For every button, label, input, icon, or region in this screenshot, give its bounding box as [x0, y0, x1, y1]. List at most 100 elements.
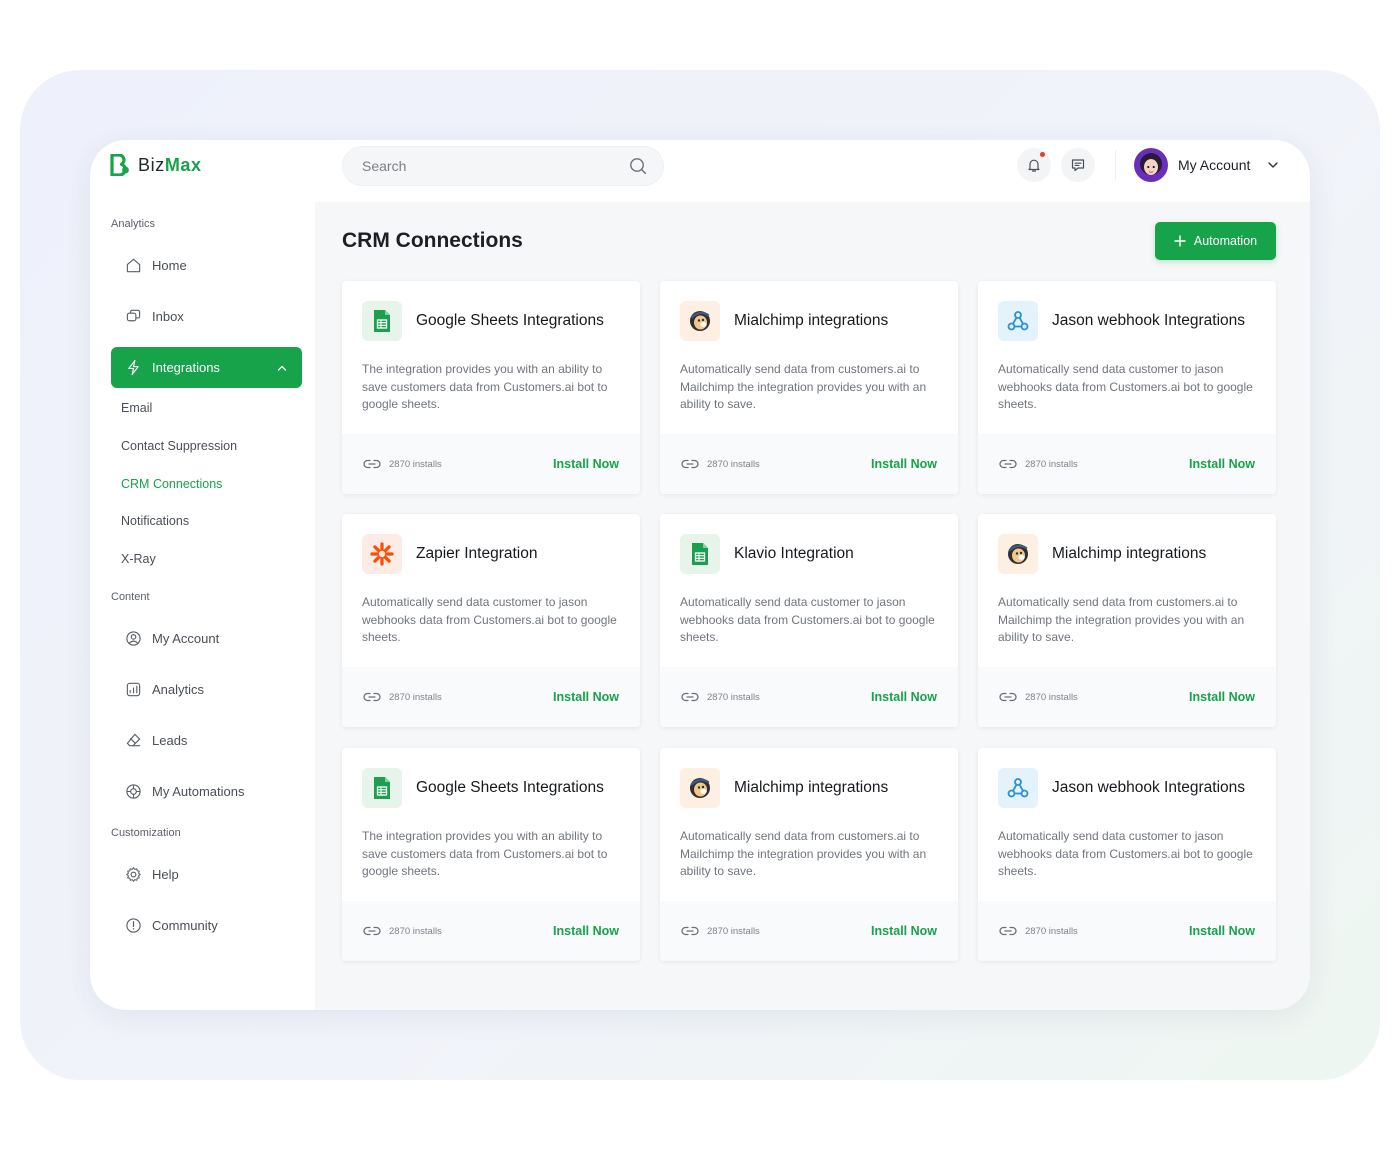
page-title: CRM Connections [342, 229, 523, 252]
sidebar-subitem-crm-connections[interactable]: CRM Connections [121, 477, 222, 491]
bizmax-logo-icon [110, 154, 129, 176]
integration-card[interactable]: Jason webhook Integrations Automatically … [978, 748, 1276, 961]
install-now-button[interactable]: Install Now [553, 457, 619, 471]
card-header: Mialchimp integrations [680, 768, 888, 808]
sidebar-item-leads[interactable]: Leads [111, 720, 302, 761]
card-title: Jason webhook Integrations [1052, 312, 1246, 329]
sidebar-item-inbox[interactable]: Inbox [111, 296, 302, 337]
card-header: Klavio Integration [680, 534, 854, 574]
install-now-button[interactable]: Install Now [1189, 457, 1255, 471]
mailchimp-icon [998, 534, 1038, 574]
google-sheets-icon [680, 534, 720, 574]
sidebar-item-label: Home [152, 258, 187, 273]
install-now-button[interactable]: Install Now [1189, 924, 1255, 938]
integration-card[interactable]: Jason webhook Integrations Automatically … [978, 281, 1276, 494]
sidebar-subitem-contact-suppression[interactable]: Contact Suppression [121, 439, 237, 453]
chevron-down-icon[interactable] [1266, 158, 1280, 172]
mailchimp-icon [680, 301, 720, 341]
card-footer: 2870 installs Install Now [978, 901, 1276, 961]
user-avatar-icon [1134, 148, 1168, 182]
card-description: Automatically send data from customers.a… [680, 829, 927, 879]
install-count: 2870 installs [707, 691, 760, 703]
card-description: Automatically send data customer to jaso… [680, 595, 935, 645]
mailchimp-icon [680, 768, 720, 808]
card-title: Mialchimp integrations [734, 779, 889, 796]
info-icon [126, 918, 141, 933]
card-title: Jason webhook Integrations [1052, 779, 1246, 796]
brand[interactable]: BizMax [110, 152, 202, 178]
bolt-icon [128, 359, 139, 376]
sidebar-item-label: Help [152, 867, 179, 882]
search-bar[interactable] [342, 146, 664, 186]
card-description: The integration provides you with an abi… [362, 362, 608, 412]
card-header: Zapier Integration [362, 534, 538, 574]
install-now-button[interactable]: Install Now [871, 457, 937, 471]
section-label: Customization [111, 827, 181, 839]
install-count: 2870 installs [1025, 691, 1078, 703]
chat-icon [1071, 159, 1085, 172]
plus-icon [1174, 235, 1186, 247]
notifications-button[interactable] [1017, 148, 1051, 182]
sidebar-subitem-notifications[interactable]: Notifications [121, 514, 189, 528]
integration-card[interactable]: Google Sheets Integrations The integratio… [342, 281, 640, 494]
chevron-up-icon[interactable] [276, 362, 288, 374]
webhook-icon [998, 301, 1038, 341]
sidebar-item-community[interactable]: Community [111, 905, 302, 946]
sidebar-subitem-email[interactable]: Email [121, 401, 152, 415]
section-label: Analytics [111, 218, 156, 230]
sidebar-item-help[interactable]: Help [111, 854, 302, 895]
integration-card[interactable]: Zapier Integration Automatically send dat… [342, 514, 640, 727]
card-title: Mialchimp integrations [734, 312, 889, 329]
messages-button[interactable] [1061, 148, 1095, 182]
card-description: The integration provides you with an abi… [362, 829, 608, 879]
chart-icon [126, 682, 141, 697]
link-icon [999, 692, 1017, 702]
install-now-button[interactable]: Install Now [553, 690, 619, 704]
sidebar-item-label: My Account [152, 631, 220, 646]
integration-card[interactable]: Klavio Integration Automatically send dat… [660, 514, 958, 727]
install-now-button[interactable]: Install Now [871, 690, 937, 704]
sidebar-item-my-account[interactable]: My Account [111, 618, 302, 659]
card-header: Jason webhook Integrations [998, 301, 1245, 341]
integration-card[interactable]: Mialchimp integrations Automatically send… [978, 514, 1276, 727]
card-description: Automatically send data customer to jaso… [362, 595, 617, 645]
user-circle-icon [126, 631, 141, 646]
card-footer: 2870 installs Install Now [978, 667, 1276, 727]
install-count: 2870 installs [1025, 925, 1078, 937]
sidebar-item-integrations[interactable]: Integrations [111, 347, 302, 388]
link-icon [363, 926, 381, 936]
sidebar-item-home[interactable]: Home [111, 245, 302, 286]
card-footer: 2870 installs Install Now [342, 434, 640, 494]
notification-dot [1040, 152, 1045, 157]
card-title: Klavio Integration [734, 545, 854, 562]
install-now-button[interactable]: Install Now [871, 924, 937, 938]
integration-card[interactable]: Mialchimp integrations Automatically send… [660, 281, 958, 494]
sidebar-subitem-x-ray[interactable]: X-Ray [121, 552, 156, 566]
card-description: Automatically send data from customers.a… [680, 362, 927, 412]
sidebar-item-label: Integrations [152, 360, 220, 375]
search-icon[interactable] [629, 157, 647, 175]
install-count: 2870 installs [1025, 458, 1078, 470]
sidebar: Analytics Home Inbox Integrations Email … [90, 202, 315, 1010]
card-header: Mialchimp integrations [998, 534, 1206, 574]
webhook-icon [998, 768, 1038, 808]
card-footer: 2870 installs Install Now [342, 667, 640, 727]
install-now-button[interactable]: Install Now [553, 924, 619, 938]
bell-icon [1028, 159, 1040, 172]
section-label: Content [111, 591, 150, 603]
integration-card[interactable]: Mialchimp integrations Automatically send… [660, 748, 958, 961]
sidebar-item-label: Analytics [152, 682, 205, 697]
card-header: Google Sheets Integrations [362, 301, 604, 341]
card-title: Google Sheets Integrations [416, 779, 604, 796]
add-automation-label: Automation [1193, 234, 1258, 248]
sidebar-item-label: Inbox [152, 309, 184, 324]
sidebar-item-my-automations[interactable]: My Automations [111, 771, 302, 812]
search-input[interactable] [362, 158, 629, 174]
integration-card[interactable]: Google Sheets Integrations The integratio… [342, 748, 640, 961]
account-menu[interactable]: My Account [1134, 148, 1280, 182]
add-automation-button[interactable]: Automation [1155, 222, 1276, 260]
sidebar-item-analytics[interactable]: Analytics [111, 669, 302, 710]
install-now-button[interactable]: Install Now [1189, 690, 1255, 704]
install-count: 2870 installs [389, 925, 442, 937]
install-count: 2870 installs [389, 458, 442, 470]
